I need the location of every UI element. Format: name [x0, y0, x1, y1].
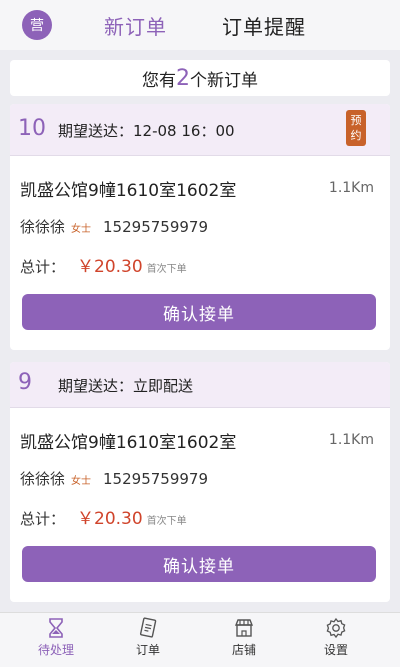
customer-title-tag: 女士	[71, 224, 92, 235]
first-order-note: 首次下单	[146, 264, 187, 275]
nav-label-pending: 待处理	[37, 643, 74, 657]
nav-item-settings[interactable]: 设置	[296, 617, 376, 658]
gear-icon	[326, 617, 346, 639]
shop-icon	[234, 619, 254, 637]
expected-delivery-time: 12-08 16：00	[133, 122, 235, 140]
total-label: 总计：	[20, 258, 66, 276]
customer-name: 徐徐徐	[20, 470, 66, 488]
expected-delivery: 期望送达：立即配送	[58, 375, 193, 396]
order-card: 9 期望送达：立即配送 凯盛公馆9幢1610室1602室 1.1Km 徐徐徐 女…	[10, 362, 390, 602]
delivery-address: 凯盛公馆9幢1610室1602室	[20, 433, 237, 453]
nav-item-shop[interactable]: 店铺	[204, 617, 284, 658]
summary-prefix: 您有	[142, 70, 176, 91]
reservation-badge-top: 预	[350, 114, 362, 127]
new-order-summary: 您有 2 个新订单	[10, 60, 390, 96]
customer-info: 徐徐徐 女士 15295759979	[20, 468, 208, 489]
confirm-order-button[interactable]: 确认接单	[22, 546, 376, 582]
order-total: 总计： ￥20.30 首次下单	[20, 252, 187, 277]
expected-delivery-time: 立即配送	[133, 377, 194, 395]
total-label: 总计：	[20, 510, 66, 528]
nav-label-shop: 店铺	[231, 643, 256, 657]
order-card-header: 9 期望送达：立即配送	[10, 362, 390, 408]
hourglass-icon	[49, 618, 63, 638]
expected-delivery-label: 期望送达：	[58, 377, 134, 395]
tab-order-reminders[interactable]: 订单提醒	[222, 11, 306, 40]
confirm-order-button[interactable]: 确认接单	[22, 294, 376, 330]
total-amount: ￥20.30	[77, 257, 143, 277]
summary-suffix: 个新订单	[190, 70, 258, 91]
customer-phone[interactable]: 15295759979	[103, 218, 208, 236]
first-order-note: 首次下单	[146, 516, 187, 527]
bottom-navigation: 待处理 订单 店铺 设置	[0, 612, 400, 667]
nav-item-pending[interactable]: 待处理	[16, 617, 96, 658]
top-bar: 营 新订单 订单提醒	[0, 0, 400, 50]
reservation-badge-bottom: 约	[350, 129, 362, 142]
delivery-distance: 1.1Km	[328, 432, 374, 448]
customer-info: 徐徐徐 女士 15295759979	[20, 216, 208, 237]
reservation-badge: 预 约	[346, 110, 366, 146]
nav-item-orders[interactable]: 订单	[108, 617, 188, 658]
nav-label-orders: 订单	[135, 643, 160, 657]
order-card: 10 期望送达：12-08 16：00 预 约 凯盛公馆9幢1610室1602室…	[10, 104, 390, 350]
order-number: 10	[18, 116, 46, 141]
customer-name: 徐徐徐	[20, 218, 66, 236]
delivery-distance: 1.1Km	[328, 180, 374, 196]
nav-label-settings: 设置	[323, 643, 348, 657]
delivery-address: 凯盛公馆9幢1610室1602室	[20, 181, 237, 201]
order-card-header: 10 期望送达：12-08 16：00 预 约	[10, 104, 390, 156]
expected-delivery-label: 期望送达：	[58, 122, 134, 140]
store-logo[interactable]: 营	[22, 10, 52, 40]
customer-title-tag: 女士	[71, 476, 92, 487]
order-list-icon	[139, 617, 157, 638]
order-total: 总计： ￥20.30 首次下单	[20, 504, 187, 529]
order-number: 9	[18, 370, 32, 395]
expected-delivery: 期望送达：12-08 16：00	[58, 120, 235, 141]
tab-new-orders[interactable]: 新订单	[104, 11, 167, 40]
customer-phone[interactable]: 15295759979	[103, 470, 208, 488]
total-amount: ￥20.30	[77, 509, 143, 529]
new-order-count: 2	[176, 65, 190, 91]
